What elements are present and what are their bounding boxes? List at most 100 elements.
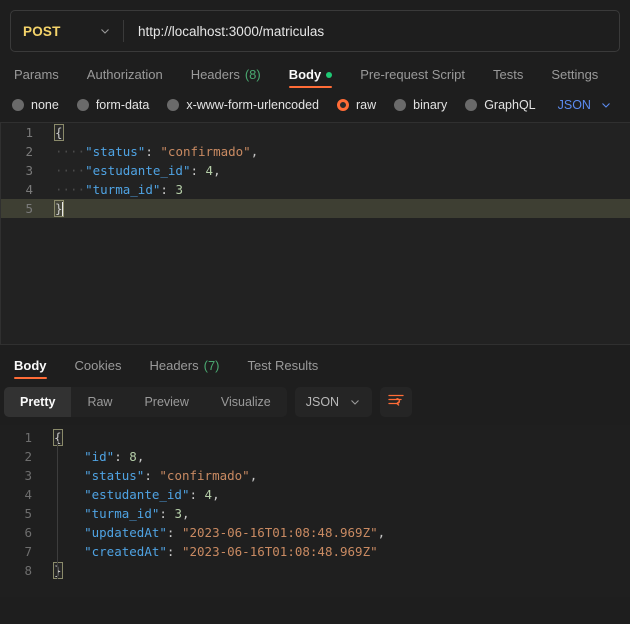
- code-line-active: 5 }: [1, 199, 630, 218]
- tab-label: Pre-request Script: [360, 67, 465, 82]
- json-comma: ,: [136, 449, 145, 464]
- json-value: 3: [175, 182, 183, 197]
- tab-label: Body: [288, 67, 322, 82]
- code-line: 1 {: [0, 428, 630, 447]
- code-line: 4 ····"turma_id": 3: [1, 180, 630, 199]
- indent-guide: [57, 441, 58, 579]
- response-tab-cookies[interactable]: Cookies: [61, 359, 136, 381]
- http-method-select[interactable]: POST: [11, 11, 123, 51]
- response-body-viewer[interactable]: 1 { 2 "id": 8, 3 "status": "confirmado",…: [0, 425, 630, 597]
- body-type-label: binary: [413, 98, 448, 112]
- body-type-raw[interactable]: raw: [337, 98, 376, 112]
- view-mode-preview[interactable]: Preview: [128, 387, 204, 417]
- json-key: "status": [84, 468, 145, 483]
- tab-tests[interactable]: Tests: [479, 68, 537, 90]
- radio-icon: [12, 99, 24, 111]
- radio-icon: [394, 99, 407, 111]
- json-value: 4: [204, 487, 213, 502]
- code-line: 4 "estudante_id": 4,: [0, 485, 630, 504]
- json-comma: ,: [249, 468, 258, 483]
- view-mode-pretty[interactable]: Pretty: [4, 387, 72, 417]
- code-line: 2 "id": 8,: [0, 447, 630, 466]
- view-mode-label: Raw: [87, 395, 113, 409]
- code-line: 1 {: [1, 123, 630, 142]
- json-comma: ,: [181, 506, 190, 521]
- code-line: 8 }: [0, 561, 630, 580]
- line-number: 8: [24, 563, 32, 578]
- response-tab-test-results[interactable]: Test Results: [234, 359, 333, 381]
- line-number: 5: [24, 506, 32, 521]
- tab-label: Headers: [190, 67, 240, 82]
- http-method-label: POST: [23, 23, 61, 39]
- request-tabs: Params Authorization Headers (8) Body Pr…: [0, 52, 630, 90]
- body-type-graphql[interactable]: GraphQL: [465, 98, 536, 112]
- code-line: 3 ····"estudante_id": 4,: [1, 161, 630, 180]
- json-key: "createdAt": [84, 544, 167, 559]
- response-language-select[interactable]: JSON: [294, 387, 373, 417]
- radio-icon: [76, 99, 89, 111]
- text-cursor: [61, 202, 63, 216]
- response-tab-headers[interactable]: Headers (7): [135, 359, 233, 381]
- request-language-label: JSON: [557, 98, 591, 112]
- json-value: 4: [205, 163, 214, 178]
- json-comma: ,: [250, 144, 259, 159]
- tab-body[interactable]: Body: [275, 68, 347, 90]
- tab-label: Settings: [551, 67, 599, 82]
- body-type-binary[interactable]: binary: [394, 98, 447, 112]
- url-input[interactable]: [124, 11, 619, 51]
- code-line: 6 "updatedAt": "2023-06-16T01:08:48.969Z…: [0, 523, 630, 542]
- json-comma: ,: [212, 487, 220, 502]
- radio-icon: [465, 99, 478, 111]
- request-language-select[interactable]: JSON: [558, 98, 612, 112]
- indent-dots: ····: [55, 182, 86, 197]
- json-colon: :: [160, 182, 168, 197]
- line-number: 6: [24, 525, 32, 540]
- view-mode-visualize[interactable]: Visualize: [205, 387, 287, 417]
- body-type-label: none: [31, 98, 59, 112]
- json-colon: :: [114, 449, 122, 464]
- indent-dots: ····: [55, 163, 86, 178]
- code-line: 3 "status": "confirmado",: [0, 466, 630, 485]
- body-type-form-data[interactable]: form-data: [76, 98, 150, 112]
- response-tabs: Body Cookies Headers (7) Test Results: [0, 345, 630, 381]
- json-key: "turma_id": [85, 182, 161, 197]
- indent-dots: ····: [55, 144, 86, 159]
- body-type-none[interactable]: none: [12, 98, 59, 112]
- line-number: 2: [24, 449, 32, 464]
- line-number: 3: [25, 163, 33, 178]
- json-key: "estudante_id": [84, 487, 190, 502]
- tab-settings[interactable]: Settings: [537, 68, 612, 90]
- body-type-label: raw: [356, 98, 377, 112]
- tab-params[interactable]: Params: [10, 68, 73, 90]
- tab-label: Body: [14, 358, 47, 373]
- view-mode-label: Visualize: [220, 395, 271, 409]
- request-body-editor[interactable]: 1 { 2 ····"status": "confirmado", 3 ····…: [0, 122, 630, 344]
- radio-selected-icon: [337, 99, 349, 111]
- response-tab-body[interactable]: Body: [10, 359, 61, 381]
- json-value: "confirmado": [160, 144, 251, 159]
- tab-label: Tests: [492, 67, 524, 82]
- view-mode-label: Pretty: [20, 395, 56, 409]
- tab-pre-request-script[interactable]: Pre-request Script: [346, 68, 479, 90]
- json-key: "id": [84, 449, 115, 464]
- code-line: 5 "turma_id": 3,: [0, 504, 630, 523]
- body-type-label: form-data: [95, 98, 150, 112]
- wrap-lines-button[interactable]: [380, 387, 413, 417]
- body-type-urlencoded[interactable]: x-www-form-urlencoded: [167, 98, 319, 112]
- body-type-label: GraphQL: [484, 98, 536, 112]
- radio-icon: [167, 99, 180, 111]
- response-view-modes: Pretty Raw Preview Visualize: [4, 387, 287, 417]
- json-colon: :: [159, 506, 167, 521]
- chevron-down-icon: [99, 25, 111, 37]
- chevron-down-icon: [600, 99, 612, 111]
- json-colon: :: [144, 468, 152, 483]
- tab-headers[interactable]: Headers (8): [177, 68, 275, 90]
- json-value: "confirmado": [159, 468, 250, 483]
- json-key: "turma_id": [84, 506, 160, 521]
- tab-authorization[interactable]: Authorization: [73, 68, 177, 90]
- tab-label: Params: [14, 67, 59, 82]
- json-colon: :: [166, 544, 175, 559]
- line-number: 3: [24, 468, 32, 483]
- body-modified-dot-icon: [326, 71, 333, 78]
- view-mode-raw[interactable]: Raw: [71, 387, 128, 417]
